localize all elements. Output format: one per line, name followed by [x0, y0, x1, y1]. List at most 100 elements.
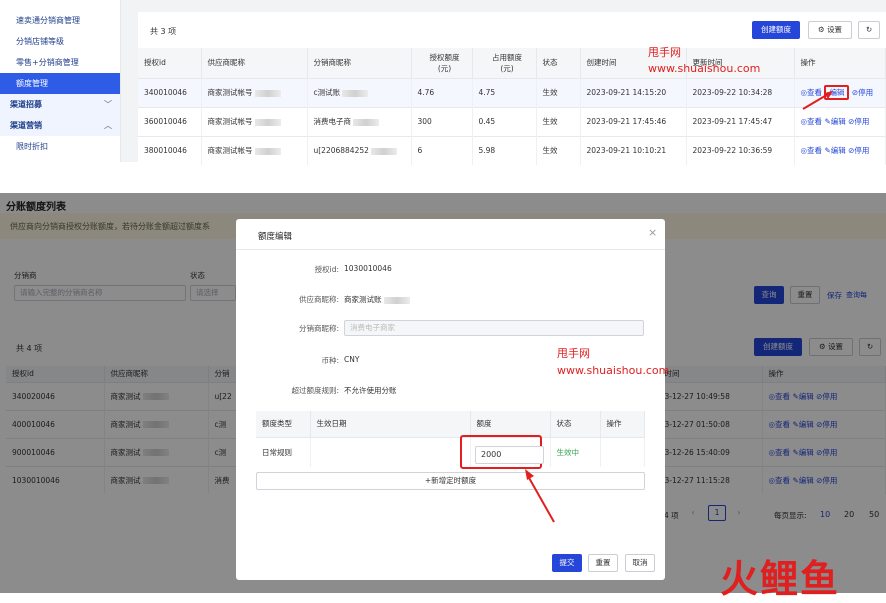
- view-link[interactable]: ◎查看: [801, 146, 823, 155]
- distributor-text: 消费电子商: [313, 117, 352, 126]
- supplier-label: 供应商昵称:: [298, 295, 339, 304]
- distributor-text: u[2206884252: [313, 146, 369, 156]
- distributor-field: 消费电子商家: [344, 320, 644, 336]
- settings-label: 设置: [827, 25, 843, 34]
- quota-edit-modal: 额度编辑 × 授权id: 1030010046 供应商昵称: 商家测试账 分销商…: [236, 219, 665, 580]
- watermark-url: www.shuaishou.com: [557, 364, 670, 377]
- auth-id-label: 授权id:: [314, 265, 339, 274]
- arrow-annotation-icon: [525, 469, 555, 523]
- cell-id: 340010046: [138, 77, 202, 107]
- cell-updated: 2023-09-21 17:45:47: [686, 106, 795, 136]
- sidebar-item-flash-discount[interactable]: 限时折扣: [0, 136, 120, 157]
- table-row: 380010046 商家测试帐号 u[2206884252 6 5.98 生效 …: [138, 135, 886, 165]
- table-header: 额度类型 生效日期 额度 状态 操作: [256, 411, 645, 437]
- auth-id-value: 1030010046: [344, 264, 392, 273]
- cell-created: 2023-09-21 10:10:21: [580, 135, 687, 165]
- table-row: 340010046 商家测试帐号 c测试账 4.76 4.75 生效 2023-…: [138, 77, 886, 107]
- supplier-text: 商家测试帐号: [207, 146, 253, 156]
- cell-status: 生效: [536, 106, 581, 136]
- col-supplier: 供应商昵称: [201, 48, 308, 78]
- cell-used: 5.98: [472, 135, 537, 165]
- cell-updated: 2023-09-22 10:36:59: [686, 135, 795, 165]
- cell-supplier: 商家测试帐号: [201, 77, 308, 107]
- redacted: [353, 118, 379, 126]
- col-actions: 操作: [794, 48, 886, 78]
- redacted: [254, 118, 281, 126]
- table-row: 日常规则 生效中: [256, 436, 645, 467]
- cancel-button[interactable]: 取消: [625, 554, 655, 572]
- divider: [236, 249, 665, 250]
- refresh-button[interactable]: ↻: [858, 21, 880, 39]
- cell-used: 4.75: [472, 77, 537, 107]
- cell-distributor: c测试账: [307, 77, 412, 107]
- cell-supplier: 商家测试帐号: [201, 106, 308, 136]
- col-actions: 操作: [600, 411, 645, 437]
- col-status: 状态: [550, 411, 601, 437]
- record-count: 共 3 项: [150, 27, 177, 36]
- cell-supplier: 商家测试帐号: [201, 135, 308, 165]
- disable-link[interactable]: ⊘停用: [852, 88, 873, 97]
- col-distributor: 分销商昵称: [307, 48, 412, 78]
- over-rule-value: 不允许使用分账: [344, 386, 397, 395]
- watermark-name: 甩手网: [648, 46, 681, 59]
- col-auth-id: 授权id: [138, 48, 202, 78]
- table-row: 360010046 商家测试帐号 消费电子商 300 0.45 生效 2023-…: [138, 106, 886, 136]
- quota-rule-table: 额度类型 生效日期 额度 状态 操作 日常规则 生效中: [256, 411, 645, 467]
- sidebar-item-store-level[interactable]: 分销店铺等级: [0, 31, 120, 52]
- watermark-url: www.shuaishou.com: [648, 62, 761, 75]
- col-status: 状态: [536, 48, 581, 78]
- gear-icon: ⚙: [817, 25, 825, 34]
- reset-button[interactable]: 重置: [588, 554, 618, 572]
- cell-type: 日常规则: [256, 436, 311, 467]
- supplier-value: 商家测试账: [344, 294, 410, 305]
- currency-label: 币种:: [321, 356, 339, 365]
- sidebar-item-aliexpress-distributor[interactable]: 速卖通分销商管理: [0, 10, 120, 31]
- brand-logo: 火鲤鱼: [720, 557, 841, 601]
- arrow-annotation-icon: [802, 91, 833, 110]
- cell-granted: 4.76: [411, 77, 473, 107]
- amount-input[interactable]: 2000: [475, 446, 544, 464]
- table-header: 授权id 供应商昵称 分销商昵称 授权额度 (元) 占用额度 (元) 状态 创建…: [138, 48, 886, 78]
- edit-link[interactable]: ✎编辑: [824, 117, 845, 126]
- cell-used: 0.45: [472, 106, 537, 136]
- submit-button[interactable]: 提交: [552, 554, 582, 572]
- col-used: 占用额度 (元): [472, 48, 537, 78]
- supplier-text: 商家测试帐号: [207, 88, 253, 97]
- cell-status: 生效中: [550, 436, 601, 467]
- cell-date: [310, 436, 471, 467]
- edit-link[interactable]: ✎编辑: [824, 146, 845, 155]
- sidebar-item-quota[interactable]: 额度管理: [0, 73, 120, 94]
- redacted: [342, 89, 369, 97]
- add-timed-quota-button[interactable]: +新增定时额度: [256, 472, 645, 490]
- watermark-name: 甩手网: [557, 347, 590, 360]
- create-quota-button[interactable]: 创建额度: [752, 21, 800, 39]
- cell-status: 生效: [536, 77, 581, 107]
- settings-button[interactable]: ⚙ 设置: [808, 21, 852, 39]
- cell-distributor: u[2206884252: [307, 135, 412, 165]
- cell-updated: 2023-09-22 10:34:28: [686, 77, 795, 107]
- col-granted: 授权额度 (元): [411, 48, 473, 78]
- view-link[interactable]: ◎查看: [801, 117, 823, 126]
- sidebar-item-retail-distributor[interactable]: 零售+分销商管理: [0, 52, 120, 73]
- sidebar-group-recruit[interactable]: 渠道招募 ﹀: [0, 94, 120, 115]
- cell-actions: [600, 436, 645, 467]
- cell-id: 360010046: [138, 106, 202, 136]
- refresh-icon: ↻: [865, 25, 873, 34]
- sidebar: 速卖通分销商管理 分销店铺等级 零售+分销商管理 额度管理 渠道招募 ﹀ 渠道营…: [0, 0, 121, 162]
- disable-link[interactable]: ⊘停用: [848, 146, 869, 155]
- close-icon[interactable]: ×: [648, 226, 657, 239]
- currency-value: CNY: [344, 355, 360, 364]
- cell-distributor: 消费电子商: [307, 106, 412, 136]
- cell-granted: 300: [411, 106, 473, 136]
- cell-granted: 6: [411, 135, 473, 165]
- col-amount: 额度: [470, 411, 551, 437]
- col-date: 生效日期: [310, 411, 471, 437]
- chevron-up-icon: ︿: [104, 121, 112, 130]
- chevron-down-icon: ﹀: [104, 100, 112, 109]
- cell-status: 生效: [536, 135, 581, 165]
- quota-table: 授权id 供应商昵称 分销商昵称 授权额度 (元) 占用额度 (元) 状态 创建…: [138, 48, 886, 165]
- cell-created: 2023-09-21 14:15:20: [580, 77, 687, 107]
- disable-link[interactable]: ⊘停用: [848, 117, 869, 126]
- sidebar-group-marketing[interactable]: 渠道营销 ︿: [0, 115, 120, 136]
- redacted: [254, 147, 281, 155]
